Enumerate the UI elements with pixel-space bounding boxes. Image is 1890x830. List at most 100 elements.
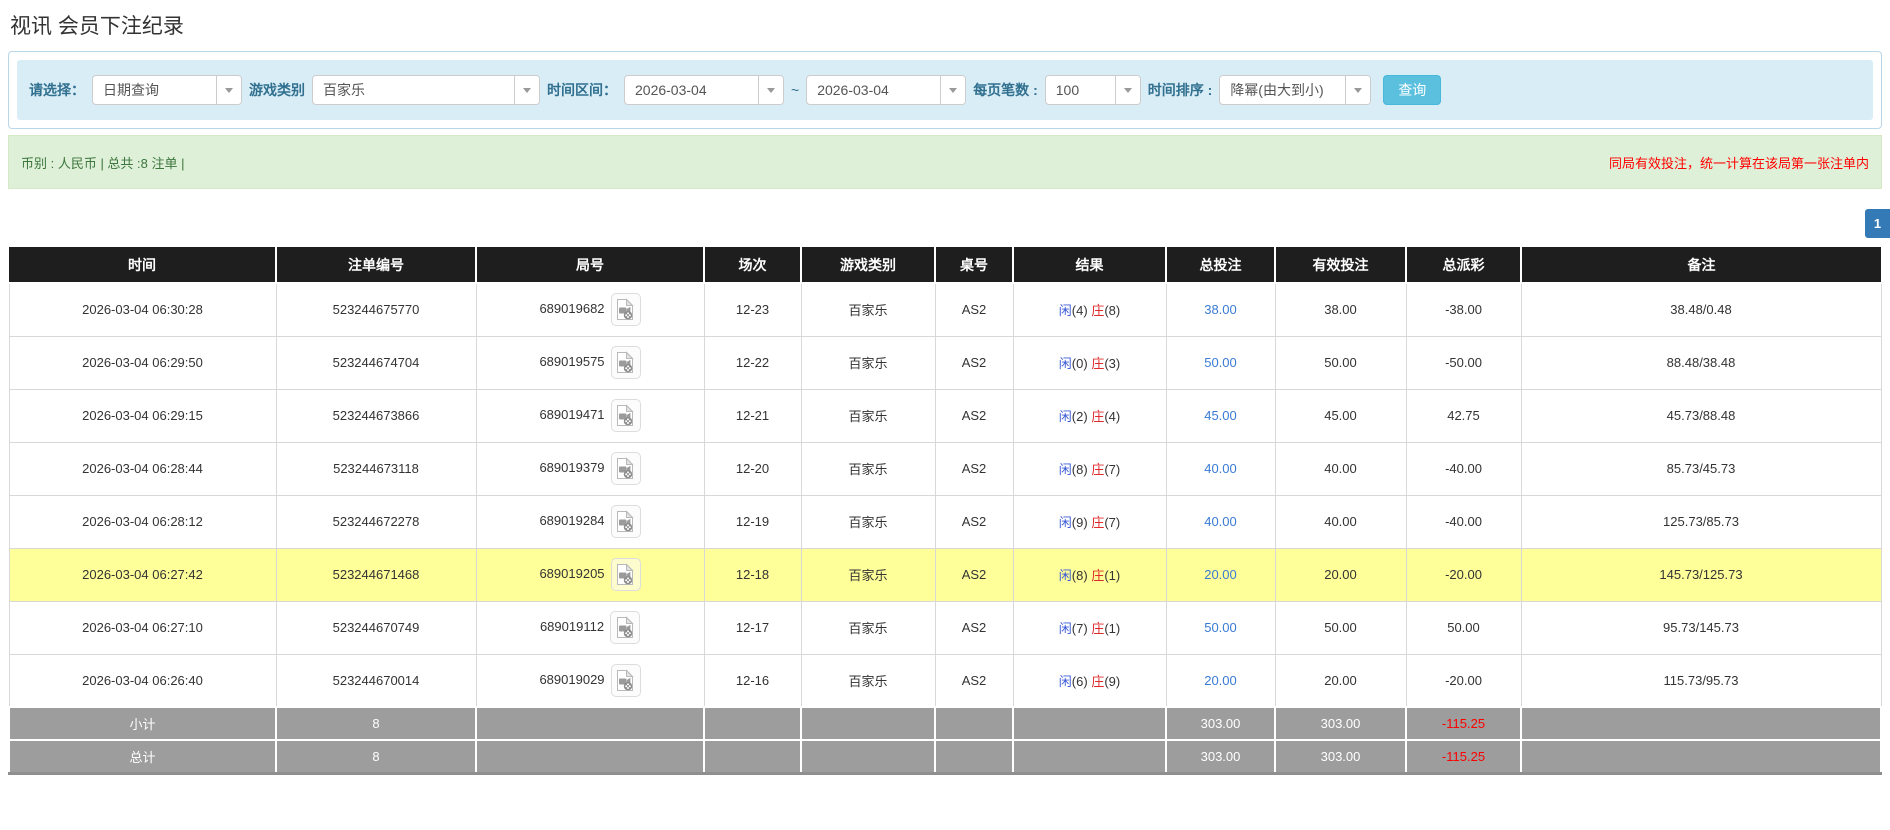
total-bet-link[interactable]: 20.00 — [1204, 567, 1237, 582]
replay-button[interactable] — [610, 346, 641, 379]
cell-valid-bet: 40.00 — [1274, 494, 1407, 549]
cell-valid-bet: 20.00 — [1274, 653, 1407, 708]
cell-time: 2026-03-04 06:28:12 — [8, 494, 277, 549]
column-header-8: 有效投注 — [1275, 247, 1407, 284]
cell-result: 闲(6) 庄(9) — [1012, 653, 1167, 708]
cell-game-type: 百家乐 — [800, 600, 936, 655]
cell-time: 2026-03-04 06:27:42 — [8, 547, 277, 602]
result-player-num: (4) — [1071, 303, 1088, 319]
total-bet-link[interactable]: 45.00 — [1204, 408, 1237, 423]
summary-bar: 币别 : 人民币 | 总共 :8 注单 | 同局有效投注，统一计算在该局第一张注… — [8, 135, 1882, 189]
result-player-label: 闲 — [1058, 303, 1072, 319]
query-type-dropdown-button[interactable] — [216, 76, 241, 104]
total-bet-sum: 303.00 — [1165, 706, 1276, 741]
column-header-9: 总派彩 — [1406, 247, 1522, 284]
query-type-value: 日期查询 — [103, 82, 159, 98]
result-banker-label: 庄 — [1091, 568, 1105, 583]
cell-table-no: AS2 — [934, 335, 1014, 390]
total-empty-cell — [934, 739, 1014, 775]
total-bet-link[interactable]: 38.00 — [1204, 302, 1237, 317]
cell-payout: -40.00 — [1405, 494, 1522, 549]
cell-game-type: 百家乐 — [800, 441, 936, 496]
result-banker-num: (7) — [1104, 515, 1121, 530]
bet-row: 2026-03-04 06:28:44 523244673118 689019379… — [8, 441, 1882, 496]
total-empty-cell — [475, 739, 705, 775]
total-bet-link[interactable]: 20.00 — [1204, 673, 1237, 688]
sort-order-label: 时间排序 : — [1147, 82, 1213, 98]
date-from-input[interactable]: 2026-03-04 — [624, 75, 784, 105]
cell-session: 12-19 — [703, 494, 802, 549]
cell-round-id: 689019029 — [475, 653, 705, 708]
replay-button[interactable] — [610, 611, 641, 644]
query-type-select[interactable]: 日期查询 — [92, 75, 242, 105]
cell-total-bet: 50.00 — [1165, 600, 1276, 655]
result-player-num: (9) — [1071, 515, 1088, 530]
cell-bet-id: 523244672278 — [275, 494, 477, 549]
cell-session: 12-20 — [703, 441, 802, 496]
result-banker-label: 庄 — [1091, 303, 1105, 319]
cell-table-no: AS2 — [934, 388, 1014, 443]
column-header-3: 场次 — [704, 247, 802, 284]
cell-payout: -38.00 — [1405, 282, 1522, 337]
video-replay-icon — [617, 669, 634, 691]
cell-round-id: 689019471 — [475, 388, 705, 443]
date-from-dropdown-button[interactable] — [758, 76, 783, 104]
cell-table-no: AS2 — [934, 282, 1014, 337]
cell-table-no: AS2 — [934, 494, 1014, 549]
cell-session: 12-21 — [703, 388, 802, 443]
result-player-num: (7) — [1071, 621, 1088, 636]
chevron-down-icon — [949, 87, 958, 93]
cell-session: 12-22 — [703, 335, 802, 390]
page-size-dropdown-button[interactable] — [1114, 76, 1140, 104]
date-to-input[interactable]: 2026-03-04 — [806, 75, 967, 105]
total-bet-link[interactable]: 40.00 — [1204, 514, 1237, 529]
sort-order-dropdown-button[interactable] — [1345, 76, 1371, 104]
bet-row: 2026-03-04 06:26:40 523244670014 689019029… — [8, 653, 1882, 708]
result-player-label: 闲 — [1058, 568, 1072, 583]
round-id-text: 689019284 — [539, 512, 605, 528]
replay-button[interactable] — [610, 293, 641, 327]
game-type-select[interactable]: 百家乐 — [312, 75, 540, 105]
replay-button[interactable] — [610, 452, 641, 485]
date-to-dropdown-button[interactable] — [940, 76, 966, 104]
cell-time: 2026-03-04 06:29:50 — [8, 335, 277, 390]
chevron-down-icon — [767, 87, 775, 93]
cell-table-no: AS2 — [934, 441, 1014, 496]
time-range-label: 时间区间： — [547, 82, 617, 98]
cell-result: 闲(7) 庄(1) — [1012, 600, 1167, 655]
sort-order-select[interactable]: 降幂(由大到小) — [1219, 75, 1372, 105]
video-replay-icon — [617, 404, 634, 426]
cell-valid-bet: 38.00 — [1274, 282, 1407, 337]
result-banker-num: (8) — [1104, 303, 1121, 319]
cell-game-type: 百家乐 — [800, 335, 936, 390]
search-button[interactable]: 查询 — [1383, 75, 1442, 105]
replay-button[interactable] — [610, 399, 641, 432]
game-type-value: 百家乐 — [323, 82, 365, 98]
total-bet-link[interactable]: 50.00 — [1204, 620, 1237, 635]
replay-button[interactable] — [610, 558, 641, 591]
total-bet-link[interactable]: 50.00 — [1204, 355, 1237, 370]
result-player-num: (8) — [1071, 568, 1088, 583]
total-bet-link[interactable]: 40.00 — [1204, 461, 1237, 476]
cell-session: 12-16 — [703, 653, 802, 708]
cell-result: 闲(4) 庄(8) — [1012, 282, 1167, 337]
cell-result: 闲(8) 庄(1) — [1012, 547, 1167, 602]
replay-button[interactable] — [610, 505, 641, 538]
cell-round-id: 689019575 — [475, 335, 705, 390]
cell-table-no: AS2 — [934, 547, 1014, 602]
result-player-label: 闲 — [1058, 462, 1072, 477]
column-header-7: 总投注 — [1166, 247, 1276, 284]
pagination-page-1-button[interactable]: 1 — [1865, 209, 1890, 238]
video-replay-icon — [616, 616, 634, 638]
cell-game-type: 百家乐 — [800, 494, 936, 549]
chevron-down-icon — [1123, 87, 1132, 93]
replay-button[interactable] — [610, 663, 641, 697]
result-player-label: 闲 — [1058, 356, 1072, 371]
filter-bar: 请选择： 日期查询 游戏类别 百家乐 时间区间： 2026-03-04 ~ 20… — [17, 60, 1873, 120]
cell-payout: -40.00 — [1405, 441, 1522, 496]
cell-time: 2026-03-04 06:29:15 — [8, 388, 277, 443]
total-empty-cell — [1520, 706, 1882, 741]
page-size-select[interactable]: 100 — [1044, 75, 1141, 105]
date-to-value: 2026-03-04 — [817, 82, 889, 98]
game-type-dropdown-button[interactable] — [514, 76, 539, 104]
